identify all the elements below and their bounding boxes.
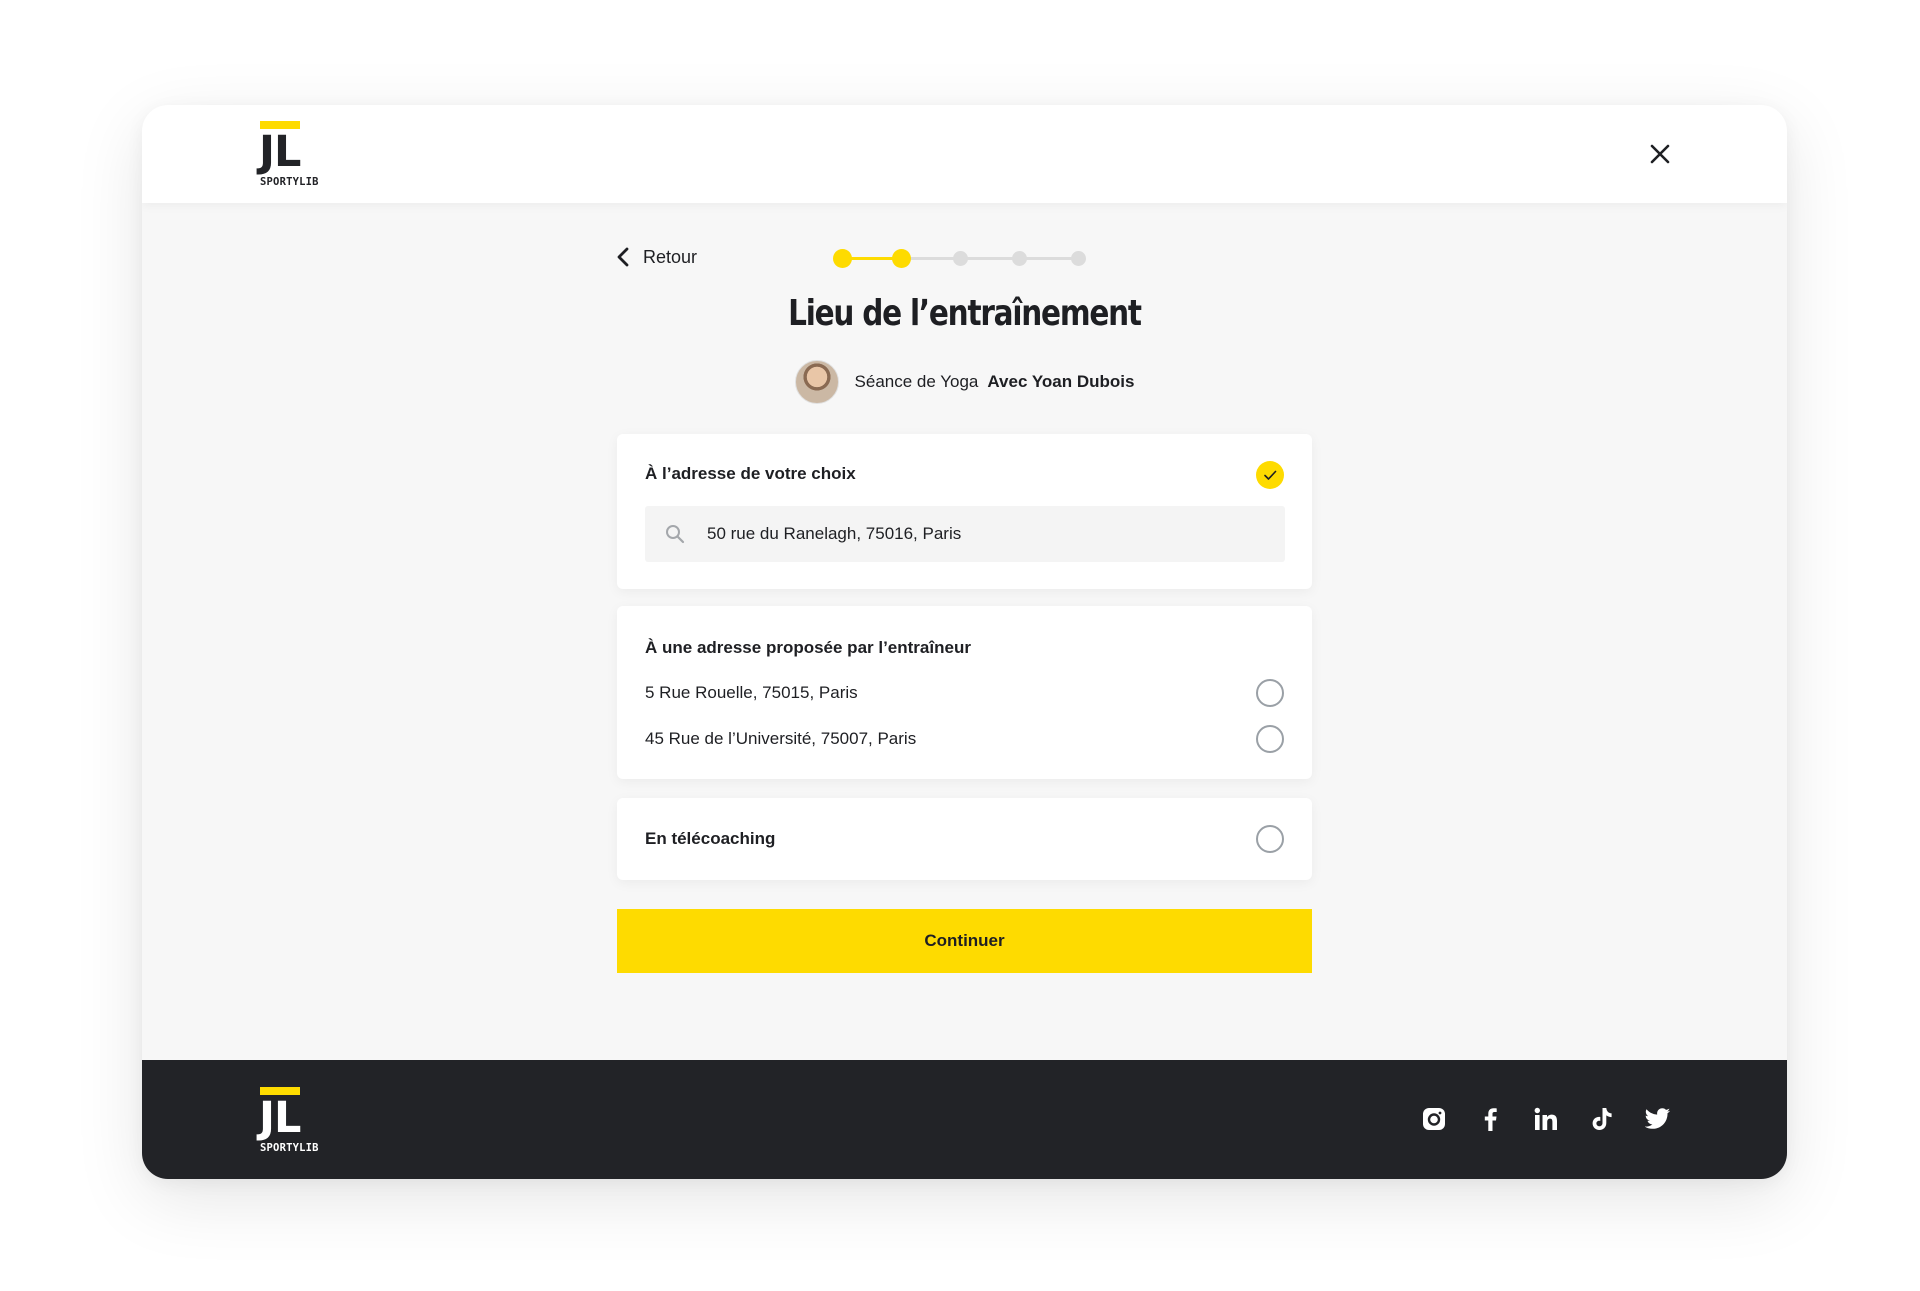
- address-search-input[interactable]: [707, 524, 1267, 544]
- step-dot-2: [892, 249, 911, 268]
- facebook-icon: [1484, 1108, 1497, 1131]
- session-info: Séance de Yoga Avec Yoan Dubois: [617, 360, 1312, 404]
- footer-logo[interactable]: JL SPORTYLIB: [259, 1087, 320, 1157]
- option-radio-custom-address[interactable]: [1256, 461, 1284, 489]
- step-dot-4: [1012, 251, 1027, 266]
- option-card-custom-address[interactable]: À l’adresse de votre choix: [617, 434, 1312, 589]
- option-title-custom-address: À l’adresse de votre choix: [645, 464, 856, 483]
- logo-wordmark: SPORTYLIB: [260, 176, 319, 188]
- instagram-link[interactable]: [1421, 1106, 1447, 1132]
- instagram-icon: [1423, 1108, 1445, 1130]
- twitter-link[interactable]: [1645, 1106, 1671, 1132]
- session-coach: Avec Yoan Dubois: [987, 372, 1135, 391]
- address-search-field[interactable]: [645, 506, 1285, 562]
- linkedin-link[interactable]: [1533, 1106, 1559, 1132]
- search-icon: [666, 525, 685, 544]
- step-dot-3: [953, 251, 968, 266]
- tiktok-icon: [1592, 1108, 1612, 1130]
- check-icon: [1264, 470, 1277, 480]
- facebook-link[interactable]: [1477, 1106, 1503, 1132]
- step-connector: [960, 257, 1020, 260]
- footer-logo-letters: JL: [259, 1093, 301, 1143]
- trainer-address-1[interactable]: 5 Rue Rouelle, 75015, Paris: [645, 683, 858, 703]
- logo-letters: JL: [259, 127, 301, 177]
- back-button[interactable]: Retour: [617, 245, 697, 269]
- chevron-left-icon: [617, 247, 629, 267]
- page-title: Lieu de l’entraînement: [788, 293, 1142, 334]
- linkedin-icon: [1534, 1107, 1557, 1130]
- back-label: Retour: [643, 246, 698, 267]
- option-card-telecoaching[interactable]: En télécoaching: [617, 798, 1312, 880]
- progress-stepper: [833, 248, 1093, 268]
- option-title-trainer-address: À une adresse proposée par l’entraîneur: [645, 638, 971, 657]
- option-title-telecoaching: En télécoaching: [645, 829, 776, 848]
- session-activity: Séance de Yoga: [854, 372, 979, 391]
- tiktok-link[interactable]: [1589, 1106, 1615, 1132]
- trainer-address-1-radio[interactable]: [1256, 679, 1284, 707]
- step-dot-1: [833, 249, 852, 268]
- footer-logo-wordmark: SPORTYLIB: [260, 1142, 319, 1154]
- trainer-address-2-radio[interactable]: [1256, 725, 1284, 753]
- continue-button[interactable]: Continuer: [617, 909, 1312, 973]
- footer: JL SPORTYLIB: [142, 1060, 1787, 1179]
- close-button[interactable]: [1649, 143, 1671, 165]
- option-card-trainer-address: À une adresse proposée par l’entraîneur …: [617, 606, 1312, 779]
- coach-avatar: [794, 360, 839, 404]
- telecoaching-radio[interactable]: [1256, 825, 1284, 853]
- booking-window: JL SPORTYLIB Retour Lieu de l’entraîneme…: [142, 105, 1787, 1179]
- brand-logo[interactable]: JL SPORTYLIB: [259, 121, 320, 191]
- close-icon: [1650, 144, 1670, 164]
- top-bar: JL SPORTYLIB: [142, 105, 1787, 203]
- step-connector: [1019, 257, 1079, 260]
- social-links: [1421, 1106, 1671, 1132]
- trainer-address-2[interactable]: 45 Rue de l’Université, 75007, Paris: [645, 729, 916, 749]
- step-dot-5: [1071, 251, 1086, 266]
- twitter-icon: [1645, 1108, 1670, 1129]
